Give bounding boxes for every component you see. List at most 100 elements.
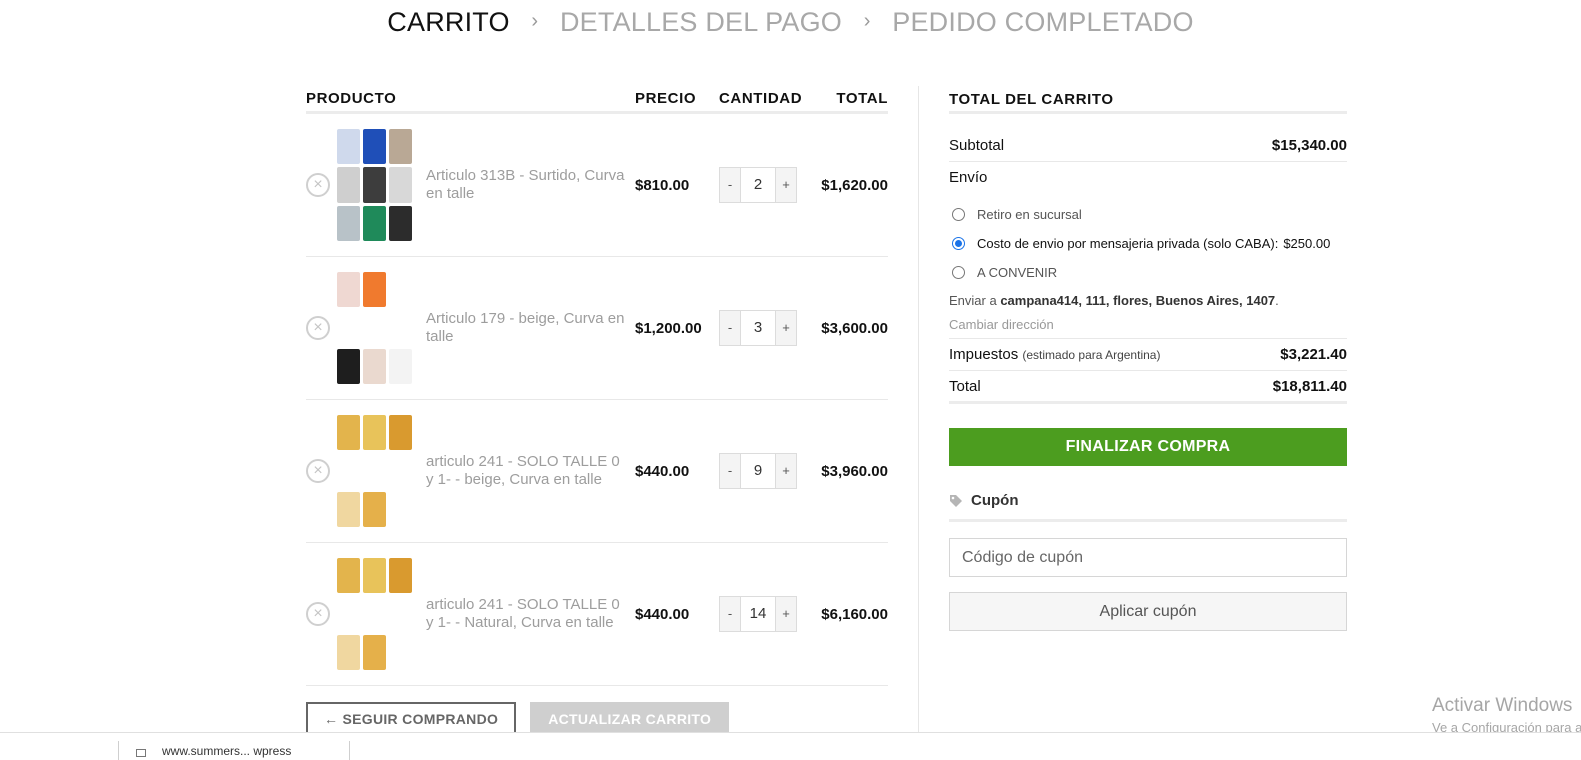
remove-item-icon[interactable]: × — [306, 602, 330, 626]
coupon-header: Cupón — [949, 482, 1347, 522]
thumbnail-tile — [389, 634, 412, 670]
taxes-note: (estimado para Argentina) — [1022, 348, 1161, 362]
shipping-option-label: A CONVENIR — [977, 265, 1058, 280]
product-thumbnail[interactable] — [337, 272, 412, 384]
quantity-minus-button[interactable]: - — [720, 168, 740, 202]
step-cart[interactable]: CARRITO — [387, 7, 509, 38]
thumbnail-tile — [389, 348, 412, 384]
taskbar-separator — [118, 741, 119, 760]
thumbnail-tile — [389, 272, 412, 308]
quantity-input[interactable]: 3 — [740, 311, 776, 345]
thumbnail-tile — [363, 634, 386, 670]
radio-button[interactable] — [952, 266, 965, 279]
checkout-button[interactable]: FINALIZAR COMPRA — [949, 428, 1347, 466]
header-total: TOTAL — [836, 90, 888, 107]
product-name[interactable]: articulo 241 - SOLO TALLE 0 y 1- - Natur… — [426, 596, 635, 632]
chevron-right-icon: › — [863, 10, 871, 33]
cart-rows: × Articulo 313B - Surtido, Curva en tall… — [306, 114, 888, 686]
thumbnail-tile — [389, 310, 412, 346]
table-row: × Articulo 179 - beige, Curva en talle $… — [306, 257, 888, 400]
radio-button[interactable] — [952, 208, 965, 221]
thumbnail-tile — [337, 491, 360, 527]
thumbnail-tile — [389, 491, 412, 527]
shipping-option-label: Costo de envio por mensajeria privada (s… — [977, 236, 1279, 251]
thumbnail-tile — [363, 491, 386, 527]
quantity-stepper: - 2 + — [719, 167, 819, 203]
column-divider — [918, 86, 919, 736]
thumbnail-tile — [337, 310, 360, 346]
coupon-code-input[interactable] — [949, 538, 1347, 577]
change-address-link[interactable]: Cambiar dirección — [949, 317, 1347, 332]
remove-item-icon[interactable]: × — [306, 316, 330, 340]
product-price: $1,200.00 — [635, 319, 702, 337]
thumbnail-tile — [337, 167, 360, 203]
thumbnail-tile — [337, 453, 360, 489]
quantity-stepper: - 9 + — [719, 453, 819, 489]
row-total: $6,160.00 — [821, 605, 888, 623]
product-name[interactable]: Articulo 179 - beige, Curva en talle — [426, 310, 635, 346]
thumbnail-tile — [337, 634, 360, 670]
thumbnail-tile — [337, 205, 360, 241]
product-thumbnail[interactable] — [337, 129, 412, 241]
thumbnail-tile — [389, 205, 412, 241]
continue-shopping-button[interactable]: ← SEGUIR COMPRANDO — [306, 702, 517, 736]
product-name[interactable]: Articulo 313B - Surtido, Curva en talle — [426, 167, 635, 203]
cart-table-header: PRODUCTO PRECIO CANTIDAD TOTAL — [306, 86, 888, 114]
thumbnail-tile — [363, 558, 386, 594]
row-total: $3,960.00 — [821, 462, 888, 480]
shipping-label: Envío — [949, 169, 988, 186]
thumbnail-tile — [389, 129, 412, 165]
thumbnail-tile — [389, 453, 412, 489]
quantity-minus-button[interactable]: - — [720, 311, 740, 345]
ship-to-address-value: campana414, 111, flores, Buenos Aires, 1… — [1000, 293, 1276, 308]
remove-item-icon[interactable]: × — [306, 173, 330, 197]
taxes-label: Impuestos — [949, 346, 1019, 363]
thumbnail-tile — [337, 272, 360, 308]
taskbar-item[interactable]: www.summers... wpress — [162, 744, 291, 758]
thumbnail-tile — [389, 596, 412, 632]
quantity-stepper: - 3 + — [719, 310, 819, 346]
remove-item-icon[interactable]: × — [306, 459, 330, 483]
quantity-minus-button[interactable]: - — [720, 597, 740, 631]
product-price: $810.00 — [635, 176, 690, 194]
thumbnail-tile — [337, 129, 360, 165]
header-quantity: CANTIDAD — [719, 90, 803, 107]
shipping-option[interactable]: Retiro en sucursal — [949, 200, 1347, 229]
product-name[interactable]: articulo 241 - SOLO TALLE 0 y 1- - beige… — [426, 453, 635, 489]
quantity-input[interactable]: 9 — [740, 454, 776, 488]
ship-to-prefix: Enviar a — [949, 293, 1001, 308]
update-cart-button[interactable]: ACTUALIZAR CARRITO — [530, 702, 730, 736]
thumbnail-tile — [337, 558, 360, 594]
thumbnail-tile — [363, 272, 386, 308]
apply-coupon-button[interactable]: Aplicar cupón — [949, 592, 1347, 631]
product-thumbnail[interactable] — [337, 415, 412, 527]
shipping-option[interactable]: Costo de envio por mensajeria privada (s… — [949, 229, 1347, 258]
quantity-input[interactable]: 14 — [740, 597, 776, 631]
quantity-plus-button[interactable]: + — [776, 454, 796, 488]
quantity-plus-button[interactable]: + — [776, 168, 796, 202]
radio-button[interactable] — [952, 237, 965, 250]
quantity-stepper: - 14 + — [719, 596, 819, 632]
table-row: × articulo 241 - SOLO TALLE 0 y 1- - Nat… — [306, 543, 888, 686]
thumbnail-tile — [337, 596, 360, 632]
windows-activation-watermark: Activar Windows Ve a Configuración para … — [1432, 695, 1581, 735]
product-price: $440.00 — [635, 605, 690, 623]
cart-actions: ← SEGUIR COMPRANDO ACTUALIZAR CARRITO — [306, 702, 730, 736]
quantity-input[interactable]: 2 — [740, 168, 776, 202]
header-price: PRECIO — [635, 90, 697, 107]
quantity-minus-button[interactable]: - — [720, 454, 740, 488]
shipping-options: Retiro en sucursal Costo de envio por me… — [949, 200, 1347, 287]
thumbnail-tile — [363, 596, 386, 632]
quantity-plus-button[interactable]: + — [776, 597, 796, 631]
quantity-plus-button[interactable]: + — [776, 311, 796, 345]
header-product: PRODUCTO — [306, 90, 397, 107]
shipping-option[interactable]: A CONVENIR — [949, 258, 1347, 287]
ship-to-address: Enviar a campana414, 111, flores, Buenos… — [949, 293, 1347, 308]
thumbnail-tile — [389, 415, 412, 451]
taskbar-separator — [349, 741, 350, 760]
ship-to-suffix: . — [1275, 293, 1279, 308]
total-label: Total — [949, 377, 981, 395]
thumbnail-tile — [363, 348, 386, 384]
table-row: × Articulo 313B - Surtido, Curva en tall… — [306, 114, 888, 257]
product-thumbnail[interactable] — [337, 558, 412, 670]
